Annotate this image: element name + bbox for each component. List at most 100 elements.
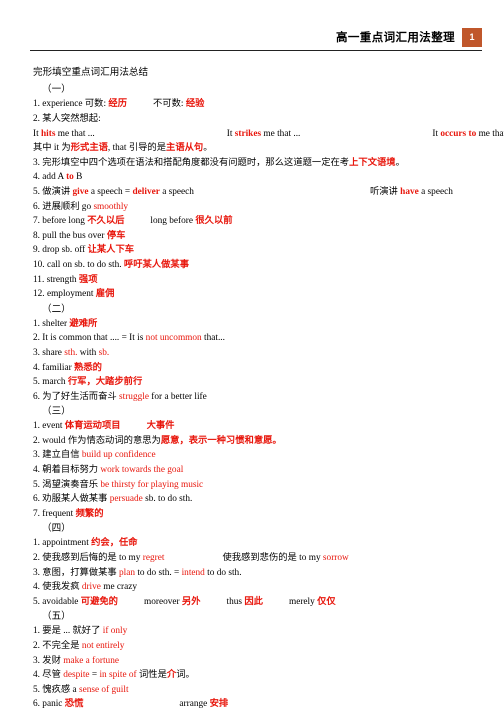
entry-index: 3. xyxy=(33,450,43,461)
entry-text: add A xyxy=(42,172,67,183)
vocab-entry: 3. 意图，打算做某事 plan to do sth. = intend to … xyxy=(33,566,490,581)
entry-text: frequent xyxy=(42,508,76,519)
entry-text: 词性是 xyxy=(136,670,167,681)
highlighted-term: deliver xyxy=(132,186,160,197)
highlighted-term: not entirely xyxy=(81,641,125,651)
entry-text: would 作为情态动词的意思为 xyxy=(42,435,161,446)
entry-index: 1. xyxy=(33,99,43,110)
highlighted-term: 体育运动项目 xyxy=(64,421,121,432)
entry-index: 4. xyxy=(33,582,43,593)
entry-index: 9. xyxy=(33,245,43,256)
header-divider xyxy=(30,50,482,51)
entry-index: 2. xyxy=(33,114,43,124)
highlighted-term: to xyxy=(66,172,74,183)
page-title: 高一重点词汇用法整理 xyxy=(336,32,455,44)
entry-text: 完形填空中四个选项在语法和搭配角度都没有问题时，那么这道题一定在考 xyxy=(42,157,350,168)
highlighted-term: intend xyxy=(181,567,205,578)
section-heading: （二） xyxy=(42,303,71,315)
entry-text: It xyxy=(226,128,235,139)
entry-text: for a better life xyxy=(148,391,207,402)
vocab-entry: 6. 进展顺利 go smoothly xyxy=(33,200,490,215)
highlighted-term: 约会，任命 xyxy=(91,538,138,549)
vocab-entry: 5. march 行军，大踏步前行 xyxy=(33,375,490,390)
entry-index: 6. xyxy=(33,699,43,710)
entry-text: 做演讲 xyxy=(42,186,73,197)
entry-text: 使我发疯 xyxy=(42,582,82,593)
highlighted-term: hits xyxy=(41,128,56,139)
highlighted-term: 行军，大踏步前行 xyxy=(67,377,143,388)
entry-text: 某人突然想起: xyxy=(42,114,101,124)
entry-text: 劝服某人做某事 xyxy=(42,494,110,505)
highlighted-term: 频繁的 xyxy=(75,508,104,519)
entry-index: 1. xyxy=(33,626,43,637)
entry-index: 1. xyxy=(33,538,43,549)
entry-text: panic xyxy=(42,699,65,710)
highlighted-term: 介 xyxy=(166,670,177,681)
highlighted-term: sense of guilt xyxy=(78,684,129,695)
entry-text: employment xyxy=(46,289,96,300)
entry-index: 6. xyxy=(33,391,43,402)
entry-index: 4. xyxy=(33,362,43,373)
entry-text: call on sb. to do sth. xyxy=(46,259,124,270)
highlighted-term: 经验 xyxy=(185,99,205,110)
highlighted-term: 另外 xyxy=(181,596,201,607)
entry-text: , that 引导的是 xyxy=(107,143,167,154)
highlighted-term: despite xyxy=(63,670,90,681)
entry-index: 5. xyxy=(33,377,43,388)
highlighted-term: 仅仅 xyxy=(317,596,336,607)
vocab-entry: 3. 建立自信 build up confidence xyxy=(33,448,490,463)
entry-text: 。 xyxy=(203,143,213,154)
highlighted-term: 上下文语境 xyxy=(349,157,396,168)
document-body: 完形填空重点词汇用法总结 （一） 1. experience 可数: 经历 不可数:… xyxy=(33,66,504,712)
entry-index: 5. xyxy=(33,186,43,197)
highlighted-term: 很久以前 xyxy=(195,216,233,227)
entry-text: thus xyxy=(226,596,245,607)
entry-index: 2. xyxy=(33,435,43,446)
highlighted-term: 主语从句 xyxy=(166,143,204,154)
header-inner: 高一重点词汇用法整理 1 xyxy=(30,26,482,48)
highlighted-term: 安排 xyxy=(209,699,229,710)
highlighted-term: 可避免的 xyxy=(80,596,118,607)
vocab-entry: 9. drop sb. off 让某人下车 xyxy=(33,243,490,258)
vocab-entry: 6. panic 恐慌 arrange 安排 xyxy=(33,697,490,712)
entry-text: event xyxy=(42,421,65,432)
entry-index: 5. xyxy=(33,479,43,490)
vocab-entry: 4. 朝着目标努力 work towards the goal xyxy=(33,463,490,478)
highlighted-term: if only xyxy=(102,626,128,637)
vocab-entry: It hits me that ... It strikes me that ..… xyxy=(33,127,504,142)
section-heading: （五） xyxy=(42,611,71,623)
entry-text: 为了好生活而奋斗 xyxy=(42,391,119,402)
highlighted-term: 停车 xyxy=(106,230,126,241)
highlighted-term: 因此 xyxy=(244,596,263,607)
entry-text: arrange xyxy=(179,699,210,710)
vocab-entry: 2. would 作为情态动词的意思为愿意，表示一种习惯和意愿。 xyxy=(33,434,490,449)
entry-text: B xyxy=(73,172,83,183)
entry-index: 7. xyxy=(33,508,43,519)
entry-text: It is common that .... = It is xyxy=(42,333,146,344)
highlighted-term: 呼吁某人做某事 xyxy=(123,259,190,270)
vocab-entry: 1. event 体育运动项目 大事件 xyxy=(33,419,490,434)
entry-text: march xyxy=(42,377,68,388)
vocab-entry: 4. 使我发疯 drive me crazy xyxy=(33,580,490,595)
vocab-entry: 1. 要是 ... 就好了 if only xyxy=(33,624,490,639)
entry-index: 4. xyxy=(33,172,43,183)
sections-container: （一） 1. experience 可数: 经历 不可数: 经验 2. 某人突然想起:… xyxy=(33,82,504,712)
highlighted-term: smoothly xyxy=(93,201,129,212)
entry-index: 11. xyxy=(33,274,47,285)
entry-text: 听演讲 xyxy=(369,186,401,197)
entry-text: experience 可数: xyxy=(42,99,109,110)
highlighted-term: 形式主语 xyxy=(70,143,108,154)
entry-index: 5. xyxy=(33,596,43,607)
vocab-entry: 4. 尽管 despite = in spite of 词性是介词。 xyxy=(33,668,490,683)
entry-index: 3. xyxy=(33,157,43,168)
vocab-entry: 2. 某人突然想起: xyxy=(33,112,490,127)
vocab-entry: 1. experience 可数: 经历 不可数: 经验 xyxy=(33,97,490,112)
entry-text: strength xyxy=(46,274,79,285)
entry-index: 7. xyxy=(33,216,43,227)
highlighted-term: 大事件 xyxy=(146,421,175,432)
entry-index: 6. xyxy=(33,494,43,505)
vocab-entry: 5. 渴望演奏音乐 be thirsty for playing music xyxy=(33,478,490,493)
vocab-entry: 其中 it 为形式主语, that 引导的是主语从句。 xyxy=(33,141,490,156)
entry-index: 2. xyxy=(33,333,43,344)
entry-index: 8. xyxy=(33,230,43,241)
